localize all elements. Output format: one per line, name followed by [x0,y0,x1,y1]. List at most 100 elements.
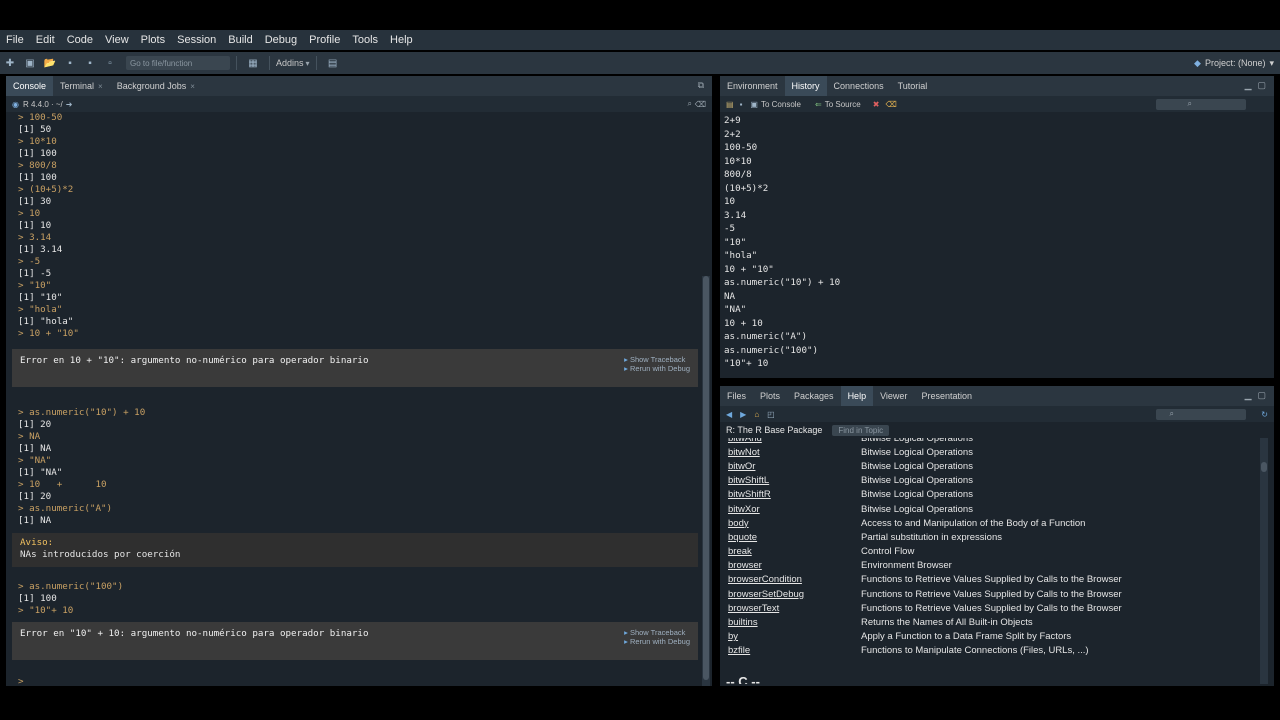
help-topic-link[interactable]: bitwXor [720,502,861,516]
console-output[interactable]: > 100-50 [1] 50 > 10*10 [1] 100 > 800/8 [1] 1… [6,112,698,686]
close-icon[interactable]: × [98,82,103,91]
minimize-icon[interactable]: ▁ [1245,390,1252,401]
history-entry[interactable]: 10*10 [724,155,1274,169]
history-entry[interactable]: as.numeric("100") [724,344,1274,358]
console-prompt[interactable]: > [6,676,698,686]
show-traceback-link[interactable]: ▸ Show Traceback [624,628,690,637]
home-icon[interactable]: ⌂ [754,410,759,419]
help-topic-link[interactable]: by [720,630,861,644]
scrollbar-thumb[interactable] [1261,462,1267,472]
history-entry[interactable]: 2+9 [724,114,1274,128]
grid-layout-icon[interactable]: ▦ [247,57,259,69]
tab-terminal[interactable]: Terminal × [53,76,110,96]
to-source-button[interactable]: To Source [825,100,861,109]
tab-tutorial[interactable]: Tutorial [891,76,935,96]
tab-connections[interactable]: Connections [827,76,891,96]
broom-icon[interactable]: ⌫ [695,100,706,109]
menu-help[interactable]: Help [384,34,419,46]
history-entry[interactable]: 3.14 [724,209,1274,223]
layout-icon[interactable]: ▤ [327,57,339,69]
history-search-input[interactable] [1156,99,1246,110]
help-topic-link[interactable]: builtins [720,615,861,629]
help-topic-link[interactable]: bquote [720,530,861,544]
to-console-button[interactable]: To Console [761,100,801,109]
tab-files[interactable]: Files [720,386,753,406]
back-arrow-icon[interactable]: ◀ [726,410,732,419]
menu-build[interactable]: Build [222,34,258,46]
project-menu[interactable]: ◆ Project: (None) ▾ [1194,58,1274,69]
tab-packages[interactable]: Packages [787,386,841,406]
tab-background-jobs[interactable]: Background Jobs × [110,76,202,96]
menu-debug[interactable]: Debug [259,34,303,46]
tab-presentation[interactable]: Presentation [914,386,979,406]
history-entry[interactable]: "10" [724,236,1274,250]
history-entry[interactable]: as.numeric("A") [724,330,1274,344]
history-entry[interactable]: 10 [724,195,1274,209]
find-in-topic-input[interactable]: Find in Topic [832,424,890,436]
history-entry[interactable]: "hola" [724,249,1274,263]
maximize-icon[interactable]: ⧉ [698,80,704,91]
rerun-debug-link[interactable]: ▸ Rerun with Debug [624,364,690,373]
save-icon[interactable]: ▪ [64,57,76,69]
help-topic-link[interactable]: bitwShiftR [720,488,861,502]
menu-edit[interactable]: Edit [30,34,61,46]
maximize-icon[interactable]: ▢ [1257,80,1266,91]
refresh-icon[interactable]: ↻ [1261,410,1268,419]
close-icon[interactable]: × [190,82,195,91]
tab-plots[interactable]: Plots [753,386,787,406]
menu-plots[interactable]: Plots [135,34,171,46]
new-file-icon[interactable]: ✚ [4,57,16,69]
help-topic-link[interactable]: bitwNot [720,445,861,459]
help-topic-link[interactable]: browserSetDebug [720,587,861,601]
delete-entry-icon[interactable]: ✖ [873,100,880,109]
history-entry[interactable]: 10 + "10" [724,263,1274,277]
maximize-icon[interactable]: ▢ [1257,390,1266,401]
help-topic-link[interactable]: browserText [720,601,861,615]
history-entry[interactable]: (10+5)*2 [724,182,1274,196]
history-entry[interactable]: 10 + 10 [724,317,1274,331]
history-entry[interactable]: as.numeric("10") + 10 [724,276,1274,290]
popout-icon[interactable]: ◰ [767,410,775,419]
history-entry[interactable]: -5 [724,222,1274,236]
save-all-icon[interactable]: ▪ [84,57,96,69]
show-traceback-link[interactable]: ▸ Show Traceback [624,355,690,364]
menu-tools[interactable]: Tools [346,34,384,46]
history-entry[interactable]: 2+2 [724,128,1274,142]
broom-icon[interactable]: ⌫ [885,100,896,109]
tab-help[interactable]: Help [840,386,874,406]
console-scrollbar[interactable] [702,276,710,686]
help-topic-link[interactable]: browserCondition [720,573,861,587]
menu-code[interactable]: Code [61,34,99,46]
menu-profile[interactable]: Profile [303,34,346,46]
save-history-icon[interactable]: ▪ [740,100,743,109]
arrow-right-icon[interactable]: ➜ [66,100,73,109]
tab-console[interactable]: Console [6,76,54,96]
help-topic-link[interactable]: break [720,545,861,559]
help-topic-link[interactable]: browser [720,559,861,573]
help-topic-link[interactable]: bitwAnd [720,438,861,445]
search-icon[interactable]: ⌕ [688,99,692,109]
minimize-icon[interactable]: ▁ [1245,80,1252,91]
help-topic-link[interactable]: bitwOr [720,459,861,473]
scrollbar-thumb[interactable] [703,276,709,680]
tab-history[interactable]: History [784,76,827,96]
menu-view[interactable]: View [99,34,135,46]
help-topic-link[interactable]: bitwShiftL [720,474,861,488]
help-topic-link[interactable]: bzfile [720,644,861,658]
new-project-icon[interactable]: ▣ [24,57,36,69]
help-scrollbar[interactable] [1260,438,1268,684]
history-list[interactable]: 2+9 2+2 100-50 10*10 800/8 (10+5)*2 10 3.14 -5 "1… [720,112,1274,371]
history-entry[interactable]: 800/8 [724,168,1274,182]
forward-arrow-icon[interactable]: ▶ [740,410,746,419]
history-entry[interactable]: "NA" [724,303,1274,317]
rerun-debug-link[interactable]: ▸ Rerun with Debug [624,637,690,646]
menu-session[interactable]: Session [171,34,222,46]
tab-viewer[interactable]: Viewer [873,386,914,406]
history-entry[interactable]: 100-50 [724,141,1274,155]
history-entry[interactable]: NA [724,290,1274,304]
package-title[interactable]: R: The R Base Package [726,425,822,435]
print-icon[interactable]: ▫ [104,57,116,69]
load-history-icon[interactable]: ▤ [726,100,734,109]
goto-file-input[interactable]: Go to file/function [126,56,230,70]
help-topic-link[interactable]: body [720,516,861,530]
